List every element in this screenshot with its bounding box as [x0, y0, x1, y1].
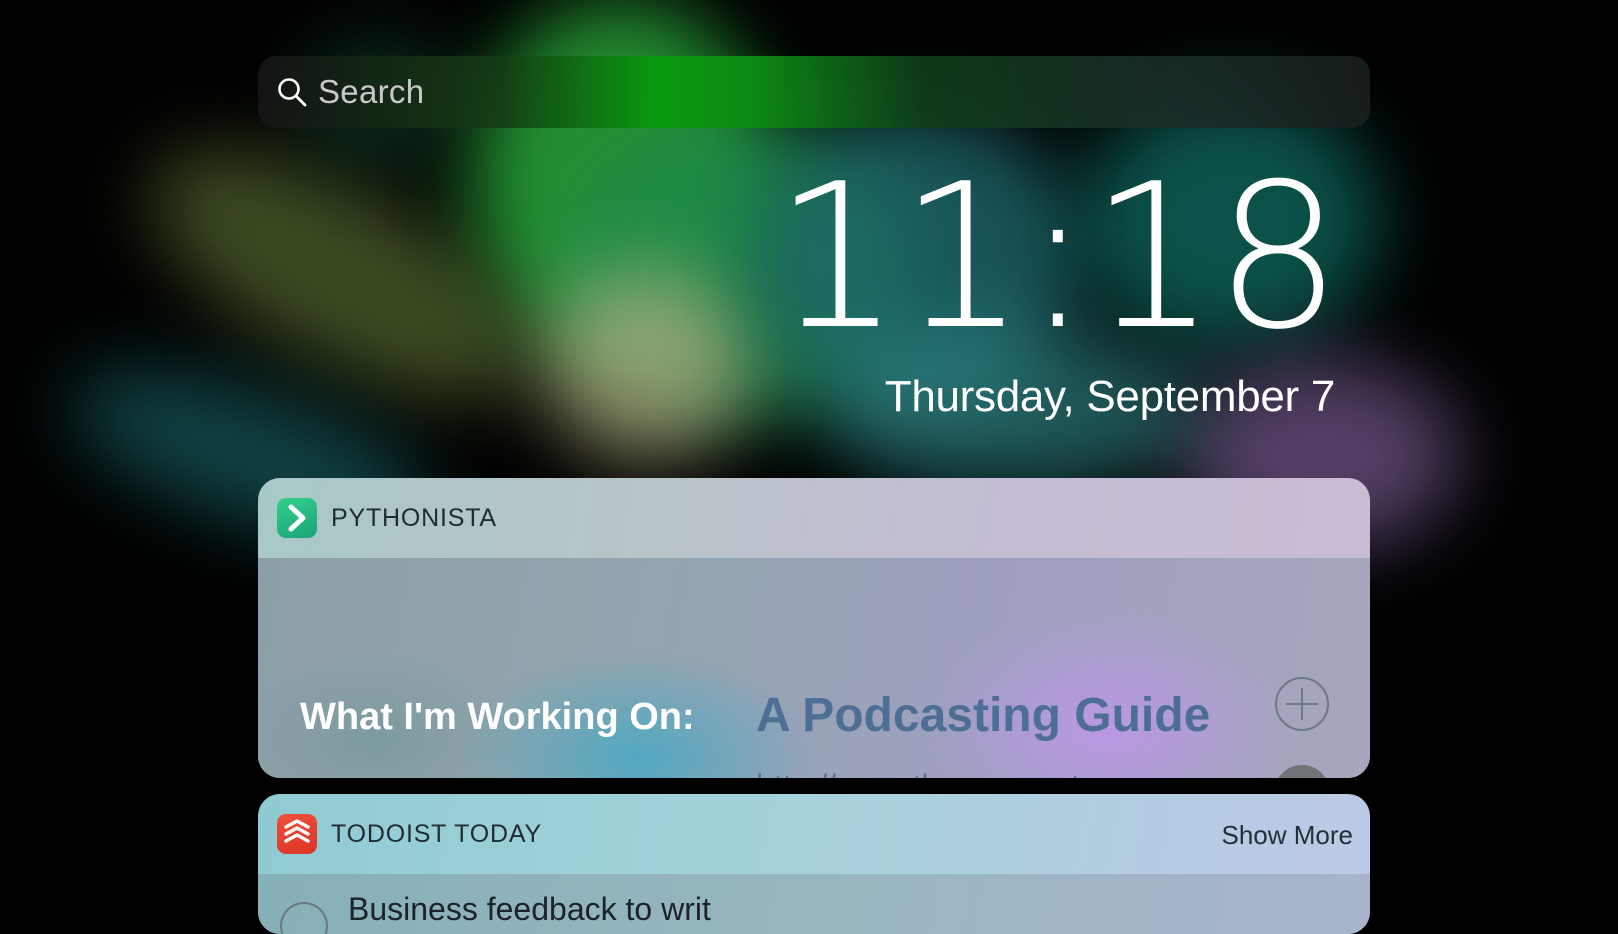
widget-app-name: TODOIST TODAY	[331, 820, 542, 848]
search-placeholder: Search	[318, 73, 425, 110]
widget-header[interactable]: TODOIST TODAY Show More	[258, 794, 1370, 874]
todoist-app-icon	[277, 814, 317, 854]
widget-body: What I'm Working On: A Podcasting Guide …	[258, 558, 1370, 778]
pythonista-widget: PYTHONISTA What I'm Working On: A Podcas…	[258, 478, 1370, 778]
todoist-widget: TODOIST TODAY Show More Business feedbac…	[258, 794, 1370, 934]
working-on-url[interactable]: http://www.thecope.net	[756, 768, 1080, 778]
show-more-button[interactable]: Show More	[1222, 820, 1354, 851]
widget-header[interactable]: PYTHONISTA	[258, 478, 1370, 558]
lock-screen-time: 11:18	[773, 141, 1342, 374]
widget-app-name: PYTHONISTA	[331, 504, 497, 532]
task-title[interactable]: Business feedback to writ	[348, 891, 711, 928]
chevron-right-icon	[288, 504, 306, 532]
todoist-layers-icon	[284, 819, 310, 843]
search-bar[interactable]: Search	[258, 56, 1370, 128]
working-on-title[interactable]: A Podcasting Guide	[756, 688, 1210, 743]
pythonista-app-icon	[277, 498, 317, 538]
search-icon	[278, 78, 307, 107]
working-on-label: What I'm Working On:	[300, 696, 695, 738]
add-icon[interactable]	[1274, 676, 1330, 732]
lock-screen-date: Thursday, September 7	[884, 372, 1336, 421]
check-icon[interactable]	[1273, 764, 1331, 778]
